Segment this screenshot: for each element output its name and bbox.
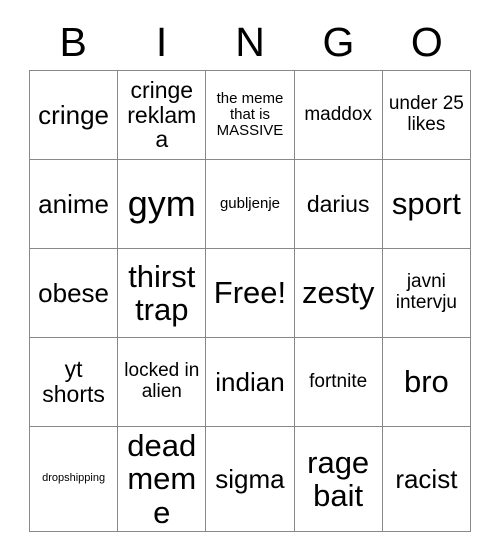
bingo-cell-g3-label: zesty xyxy=(301,275,375,311)
bingo-cell-n4-label: indian xyxy=(215,366,285,397)
bingo-cell-i4[interactable]: locked in alien xyxy=(117,337,207,427)
bingo-cell-i3-label: thirst trap xyxy=(128,258,196,327)
bingo-cell-b1-label: cringe xyxy=(38,99,109,130)
bingo-cell-i2[interactable]: gym xyxy=(117,159,207,249)
bingo-row-5: dropshipping dead meme sigma rage bait r… xyxy=(28,425,472,533)
bingo-cell-i2-label: gym xyxy=(127,182,196,224)
bingo-cell-n2[interactable]: gubljenje xyxy=(205,159,295,249)
bingo-cell-o5[interactable]: racist xyxy=(381,425,472,533)
bingo-row-1: cringe cringe reklama the meme that is M… xyxy=(28,70,472,160)
header-letter-n-text: N xyxy=(235,18,265,65)
header-letter-g-text: G xyxy=(322,18,355,65)
bingo-row-3: obese thirst trap Free! zesty javni inte… xyxy=(28,248,472,338)
bingo-cell-b3[interactable]: obese xyxy=(28,248,119,338)
bingo-cell-n1[interactable]: the meme that is MASSIVE xyxy=(205,70,295,160)
bingo-cell-n4[interactable]: indian xyxy=(205,337,295,427)
header-letter-o-text: O xyxy=(410,18,443,65)
bingo-cell-n1-label: the meme that is MASSIVE xyxy=(216,89,284,140)
bingo-grid: cringe cringe reklama the meme that is M… xyxy=(28,70,472,533)
bingo-cell-b2[interactable]: anime xyxy=(28,159,119,249)
header-letter-n: N xyxy=(206,14,294,70)
bingo-row-4: yt shorts locked in alien indian fortnit… xyxy=(28,337,472,427)
bingo-cell-i1[interactable]: cringe reklama xyxy=(117,70,207,160)
bingo-cell-o2[interactable]: sport xyxy=(381,159,472,249)
bingo-cell-o3[interactable]: javni intervju xyxy=(381,248,472,338)
bingo-cell-b4[interactable]: yt shorts xyxy=(28,337,119,427)
bingo-cell-b5[interactable]: dropshipping xyxy=(28,425,119,533)
bingo-cell-b5-label: dropshipping xyxy=(42,472,106,485)
bingo-card: B I N G O cringe cringe reklama the meme… xyxy=(28,14,472,533)
header-letter-b-text: B xyxy=(59,18,87,65)
bingo-cell-o3-label: javni intervju xyxy=(395,271,457,313)
bingo-cell-g4-label: fortnite xyxy=(309,370,368,392)
bingo-cell-i5-label: dead meme xyxy=(127,428,197,530)
bingo-cell-i1-label: cringe reklama xyxy=(127,76,197,153)
bingo-row-2: anime gym gubljenje darius sport xyxy=(28,159,472,249)
header-letter-g: G xyxy=(294,14,382,70)
bingo-cell-g4[interactable]: fortnite xyxy=(293,337,383,427)
bingo-header: B I N G O xyxy=(29,14,471,70)
header-letter-o: O xyxy=(383,14,471,70)
bingo-cell-n5[interactable]: sigma xyxy=(205,425,295,533)
bingo-cell-g5[interactable]: rage bait xyxy=(293,425,383,533)
header-letter-b: B xyxy=(29,14,117,70)
bingo-cell-o5-label: racist xyxy=(395,464,458,495)
bingo-cell-o4-label: bro xyxy=(403,364,449,400)
bingo-cell-b1[interactable]: cringe xyxy=(28,70,119,160)
bingo-cell-g2-label: darius xyxy=(306,190,370,217)
bingo-cell-free-space[interactable]: Free! xyxy=(205,248,295,338)
bingo-free-space-label: Free! xyxy=(213,275,287,311)
bingo-cell-n5-label: sigma xyxy=(215,464,285,495)
bingo-cell-o1[interactable]: under 25 likes xyxy=(381,70,472,160)
bingo-cell-i5[interactable]: dead meme xyxy=(117,425,207,533)
bingo-cell-b4-label: yt shorts xyxy=(42,356,105,407)
bingo-cell-b3-label: obese xyxy=(38,277,110,308)
bingo-cell-o1-label: under 25 likes xyxy=(388,93,464,135)
bingo-cell-i3[interactable]: thirst trap xyxy=(117,248,207,338)
bingo-cell-b2-label: anime xyxy=(38,188,109,219)
header-letter-i: I xyxy=(117,14,205,70)
bingo-cell-i4-label: locked in alien xyxy=(124,360,200,402)
header-letter-i-text: I xyxy=(155,18,168,65)
bingo-cell-n2-label: gubljenje xyxy=(219,194,280,212)
bingo-cell-o2-label: sport xyxy=(391,186,461,222)
bingo-cell-g2[interactable]: darius xyxy=(293,159,383,249)
bingo-cell-g1-label: maddox xyxy=(304,103,372,125)
bingo-cell-g1[interactable]: maddox xyxy=(293,70,383,160)
bingo-cell-g5-label: rage bait xyxy=(307,444,370,514)
bingo-cell-o4[interactable]: bro xyxy=(381,337,472,427)
bingo-cell-g3[interactable]: zesty xyxy=(293,248,383,338)
